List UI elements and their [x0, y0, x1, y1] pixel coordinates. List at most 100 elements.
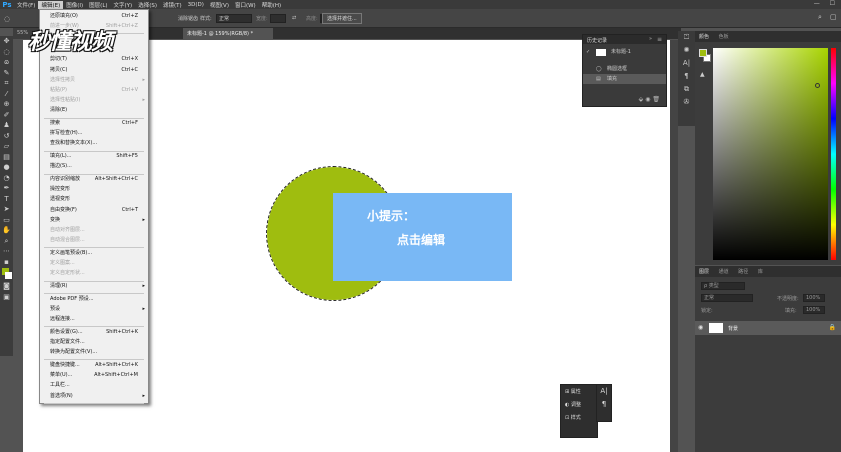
eyedropper-tool-icon[interactable]: ⁄ [0, 89, 13, 100]
blend-mode-select[interactable]: 正常 [701, 294, 753, 302]
adjustments-panel-button[interactable]: ◐ 调整 [561, 398, 597, 411]
edit-menu-item[interactable]: 变换 ▸ [40, 216, 148, 225]
layer-filter-select[interactable]: ρ 类型 [701, 282, 745, 290]
gradient-tool-icon[interactable]: ▤ [0, 152, 13, 163]
menu-edit[interactable]: 编辑(E) [38, 0, 64, 9]
new-doc-icon[interactable]: ⬙ [639, 96, 644, 103]
more-tools-icon[interactable]: ⋯ [0, 246, 13, 257]
pen-tool-icon[interactable]: ✒ [0, 183, 13, 194]
edit-menu-item[interactable]: Adobe PDF 预设... [40, 295, 148, 304]
color-swatches[interactable] [0, 267, 13, 281]
tab-swatches[interactable]: 色板 [719, 34, 729, 40]
move-tool-icon[interactable]: ✥ [0, 36, 13, 47]
marquee-tool-icon[interactable]: ◌ [4, 15, 10, 23]
edit-menu-item[interactable]: 指定配置文件... [40, 338, 148, 347]
warning-triangle-icon[interactable]: ▲ [700, 71, 705, 78]
history-item-fill[interactable]: ▤ 填充 [583, 74, 666, 84]
menu-select[interactable]: 选择(S) [135, 1, 160, 9]
workspace-icon[interactable]: ▢ [830, 13, 837, 21]
edit-menu-item[interactable]: 内容识别缩放 Alt+Shift+Ctrl+C [40, 175, 148, 184]
path-select-tool-icon[interactable]: ➤ [0, 204, 13, 215]
edit-menu-item[interactable]: 首选项(N) ▸ [40, 392, 148, 401]
swap-icon[interactable]: ⇄ [292, 15, 296, 21]
menu-help[interactable]: 帮助(H) [259, 1, 284, 9]
dodge-tool-icon[interactable]: ◔ [0, 173, 13, 184]
eye-icon[interactable]: ◉ [698, 324, 703, 331]
default-colors-icon[interactable]: ▪ [0, 257, 13, 268]
heal-tool-icon[interactable]: ⊕ [0, 99, 13, 110]
edit-menu-item[interactable]: 描边(S)... [40, 162, 148, 171]
tab-doc-2[interactable]: 未标题-1 @ 159%(RGB/8) * [183, 28, 273, 39]
camera-icon[interactable]: ◉ [645, 96, 650, 103]
brush-settings-icon[interactable]: ✺ [678, 44, 695, 57]
edit-menu-item[interactable]: 拷贝(C) Ctrl+C [40, 66, 148, 75]
hand-tool-icon[interactable]: ✋ [0, 225, 13, 236]
marquee-tool-icon[interactable]: ◌ [0, 47, 13, 58]
history-item-snapshot[interactable]: ✓ 未标题-1 [583, 47, 666, 57]
edit-menu-item[interactable]: 清理(R) ▸ [40, 282, 148, 291]
menu-type[interactable]: 文字(Y) [111, 1, 136, 9]
blur-tool-icon[interactable]: ● [0, 162, 13, 173]
tab-libraries[interactable]: 库 [758, 269, 763, 275]
select-and-mask-button[interactable]: 选择并遮住... [322, 13, 362, 24]
character-icon[interactable]: A| [597, 385, 611, 398]
quick-mask-icon[interactable]: ◙ [0, 281, 13, 292]
canvas-scrollbar[interactable] [670, 40, 678, 452]
zoom-tool-icon[interactable]: ⌕ [0, 236, 13, 247]
lock-icon[interactable]: 🔒 [829, 324, 836, 331]
edit-menu-item[interactable]: 定义画笔预设(B)... [40, 249, 148, 258]
character-panel-icon[interactable]: A| [678, 57, 695, 70]
color-picker-field[interactable] [713, 48, 828, 260]
properties-panel-button[interactable]: ⊞ 属性 [561, 385, 597, 398]
edit-menu-item[interactable]: 填充(L)... Shift+F5 [40, 152, 148, 161]
shape-tool-icon[interactable]: ▭ [0, 215, 13, 226]
edit-menu-item[interactable]: 远程连接... [40, 315, 148, 324]
styles-panel-button[interactable]: ⊡ 样式 [561, 411, 597, 424]
paragraph-panel-icon[interactable]: ¶ [678, 70, 695, 83]
menu-image[interactable]: 图像(I) [63, 1, 86, 9]
background-color-swatch[interactable] [5, 272, 12, 279]
edit-menu-item[interactable]: 清除(E) [40, 106, 148, 115]
clone-source-icon[interactable]: ⧉ [678, 83, 695, 96]
tab-channels[interactable]: 通道 [719, 269, 729, 275]
style-select[interactable]: 正常 [216, 14, 252, 23]
color-picker-cursor[interactable] [815, 83, 820, 88]
edit-menu-item[interactable]: 颜色设置(G)... Shift+Ctrl+K [40, 328, 148, 337]
edit-menu-item[interactable]: 自由变换(F) Ctrl+T [40, 206, 148, 215]
width-input[interactable] [270, 14, 286, 23]
stamp-tool-icon[interactable]: ♟ [0, 120, 13, 131]
edit-menu-item[interactable]: 工具栏... [40, 381, 148, 390]
menu-view[interactable]: 视图(V) [207, 1, 232, 9]
panel-menu-icon[interactable]: ≡ [657, 36, 662, 43]
edit-menu-item[interactable]: 透视变形 [40, 195, 148, 204]
type-tool-icon[interactable]: T [0, 194, 13, 205]
window-controls[interactable]: — ☐ [814, 0, 839, 7]
trash-icon[interactable]: 🗑 [652, 96, 660, 103]
edit-menu-item[interactable]: 查找和替换文本(X)... [40, 139, 148, 148]
history-panel-icon[interactable]: ⏍ [678, 31, 695, 44]
edit-menu-item[interactable]: 键盘快捷键... Alt+Shift+Ctrl+K [40, 361, 148, 370]
edit-menu-item[interactable]: 菜单(U)... Alt+Shift+Ctrl+M [40, 371, 148, 380]
menu-layer[interactable]: 图层(L) [86, 1, 110, 9]
edit-menu-item[interactable]: 预设 ▸ [40, 305, 148, 314]
menu-file[interactable]: 文件(F) [14, 1, 38, 9]
edit-menu-item[interactable]: 转换为配置文件(V)... [40, 348, 148, 357]
edit-menu-item[interactable]: 拼写检查(H)... [40, 129, 148, 138]
lasso-tool-icon[interactable]: ɷ [0, 57, 13, 68]
edit-menu-item[interactable]: 操控变形 [40, 185, 148, 194]
fill-input[interactable]: 100% [803, 306, 825, 314]
opacity-input[interactable]: 100% [803, 294, 825, 302]
history-item-ellipse[interactable]: ◯ 椭圆选框 [583, 64, 666, 74]
foreground-color-chip[interactable] [699, 49, 707, 57]
edit-menu-item[interactable]: 搜索 Ctrl+F [40, 119, 148, 128]
menu-window[interactable]: 窗口(W) [232, 1, 259, 9]
tool-presets-icon[interactable]: ✇ [678, 96, 695, 109]
brush-tool-icon[interactable]: ✐ [0, 110, 13, 121]
tab-paths[interactable]: 路径 [738, 269, 748, 275]
paragraph-icon[interactable]: ¶ [597, 398, 611, 411]
crop-tool-icon[interactable]: ⌗ [0, 78, 13, 89]
eraser-tool-icon[interactable]: ▱ [0, 141, 13, 152]
screen-mode-icon[interactable]: ▣ [0, 292, 13, 303]
quick-select-tool-icon[interactable]: ✎ [0, 68, 13, 79]
menu-3d[interactable]: 3D(D) [185, 2, 207, 8]
